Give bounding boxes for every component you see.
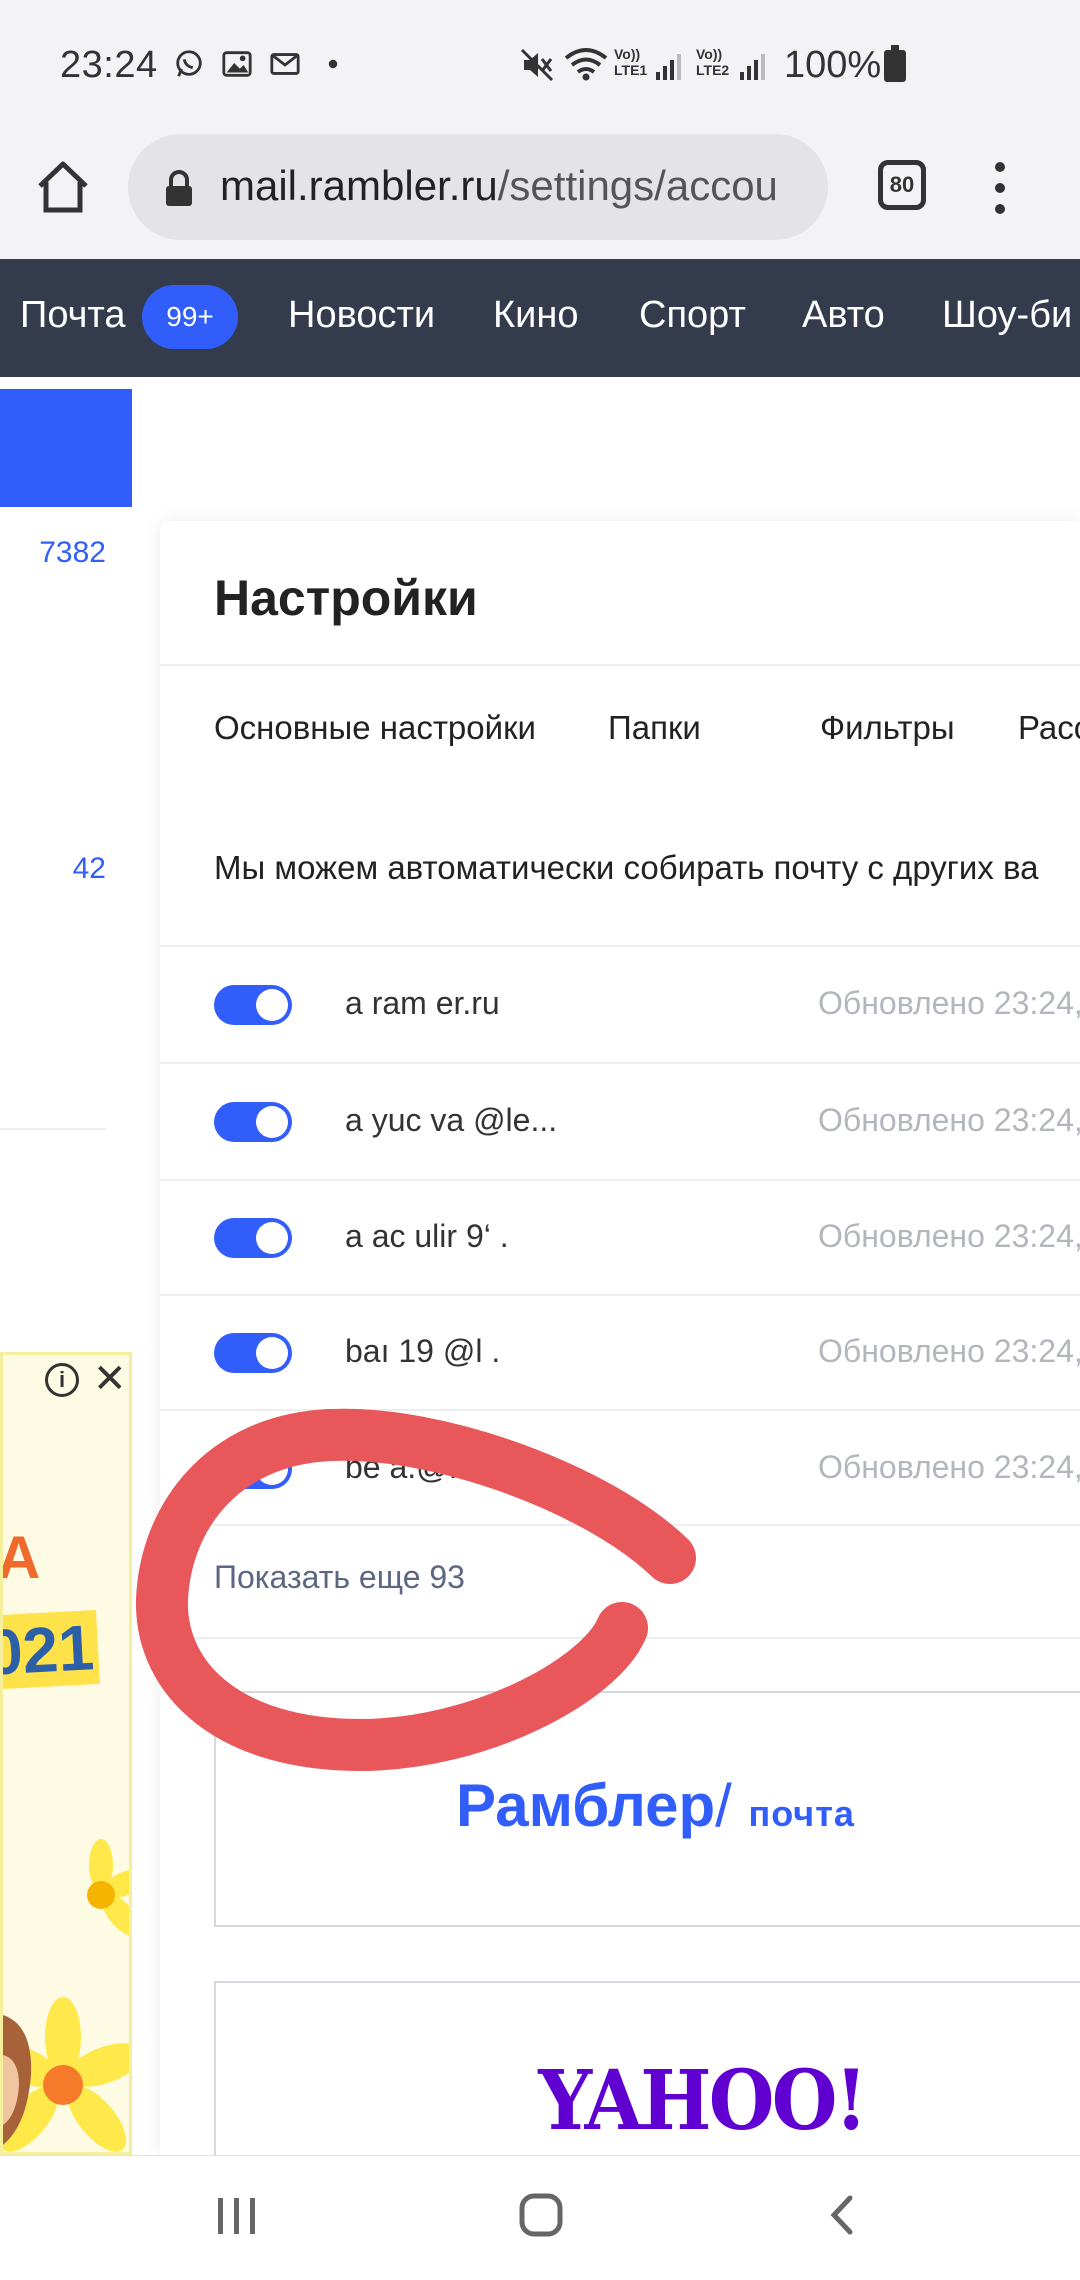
account-email: baı 19 @l .	[345, 1333, 501, 1369]
account-updated: Обновлено 23:24,	[818, 985, 1080, 1021]
account-toggle[interactable]	[214, 1102, 292, 1142]
tab-folders[interactable]: Папки	[608, 709, 701, 747]
show-more-link[interactable]: Показать еще 93	[214, 1559, 465, 1596]
collector-description: Мы можем автоматически собирать почту с …	[214, 849, 1039, 886]
ad-headline: А	[0, 1524, 41, 1591]
signal-sim1-icon	[656, 54, 681, 80]
recent-apps-icon[interactable]	[214, 2194, 260, 2238]
compose-button[interactable]	[0, 389, 132, 507]
account-updated: Обновлено 23:24,	[818, 1333, 1080, 1369]
home-icon[interactable]	[34, 158, 92, 216]
browser-toolbar: mail.rambler.ru/settings/accou 80	[0, 132, 1080, 259]
rambler-mail-logo: Рамблер/ почта	[456, 1772, 855, 1839]
volte-lte2-label: Vo)) LTE2	[696, 46, 730, 78]
more-notifications-dot-icon	[328, 59, 338, 69]
account-email: a ram er.ru	[345, 985, 500, 1021]
rambler-top-nav: Почта 99+ Новости Кино Спорт Авто Шоу-би	[0, 259, 1080, 377]
account-updated: Обновлено 23:24,	[818, 1102, 1080, 1138]
gmail-icon	[270, 53, 300, 75]
account-email: a ac ulir 9‘ .	[345, 1218, 509, 1254]
show-more-divider	[160, 1637, 1080, 1639]
home-nav-icon[interactable]	[518, 2192, 564, 2238]
tab-filters[interactable]: Фильтры	[820, 709, 955, 747]
url-text: mail.rambler.ru/settings/accou	[220, 162, 778, 210]
account-updated: Обновлено 23:24,	[818, 1449, 1080, 1485]
ad-info-icon[interactable]: i	[45, 1363, 79, 1397]
status-time: 23:24	[60, 44, 158, 86]
nav-item-auto[interactable]: Авто	[802, 294, 885, 337]
account-row[interactable]: a yuc va @le... Обновлено 23:24,	[160, 1064, 1080, 1179]
title-divider	[160, 664, 1080, 666]
back-icon[interactable]	[826, 2192, 856, 2238]
account-toggle[interactable]	[214, 1218, 292, 1258]
battery-icon	[884, 45, 906, 82]
android-nav-bar	[0, 2155, 1080, 2280]
provider-yahoo-button[interactable]: YAHOO!	[214, 1981, 1080, 2155]
account-toggle[interactable]	[214, 1449, 292, 1489]
notification-icons	[172, 48, 350, 80]
gallery-icon	[222, 51, 252, 77]
mute-icon	[520, 48, 554, 82]
url-path: /settings/accou	[497, 162, 778, 209]
nav-item-sport[interactable]: Спорт	[639, 294, 746, 337]
nav-item-news[interactable]: Новости	[288, 294, 435, 337]
inbox-count: 7382	[39, 536, 106, 569]
yahoo-logo: YAHOO!	[538, 2053, 868, 2149]
volte-lte1-label: Vo)) LTE1	[614, 46, 648, 78]
nav-item-mail[interactable]: Почта	[20, 294, 126, 337]
sidebar-divider	[0, 1128, 106, 1130]
row-divider	[160, 1524, 1080, 1526]
account-updated: Обновлено 23:24,	[818, 1218, 1080, 1254]
account-toggle[interactable]	[214, 985, 292, 1025]
account-row[interactable]: be a.@... Обновлено 23:24,	[160, 1411, 1080, 1526]
account-toggle[interactable]	[214, 1333, 292, 1373]
ad-banner[interactable]: i ✕ А 021	[0, 1352, 132, 2155]
nav-item-showbiz[interactable]: Шоу-би	[942, 294, 1072, 337]
ad-year: 021	[3, 1610, 100, 1690]
account-row[interactable]: a ram er.ru Обновлено 23:24,	[160, 947, 1080, 1062]
url-host: mail.rambler.ru	[220, 162, 498, 209]
mail-unread-badge[interactable]: 99+	[142, 285, 238, 349]
provider-rambler-button[interactable]: Рамблер/ почта	[214, 1691, 1080, 1927]
settings-panel: Настройки Основные настройки Папки Фильт…	[160, 521, 1080, 2155]
nav-item-kino[interactable]: Кино	[493, 294, 578, 337]
account-row[interactable]: a ac ulir 9‘ . Обновлено 23:24,	[160, 1180, 1080, 1295]
address-bar[interactable]: mail.rambler.ru/settings/accou	[128, 134, 828, 240]
account-row[interactable]: baı 19 @l . Обновлено 23:24,	[160, 1295, 1080, 1410]
tab-mailings[interactable]: Рассыл	[1018, 709, 1080, 747]
ad-close-icon[interactable]: ✕	[93, 1359, 127, 1399]
account-email: be a.@...	[345, 1449, 476, 1485]
status-bar: 23:24 Vo)) LTE1 Vo)) LTE2 100%	[0, 0, 1080, 132]
wifi-icon	[564, 48, 608, 81]
page-title: Настройки	[214, 570, 478, 626]
lock-icon	[166, 170, 192, 206]
battery-percent: 100%	[784, 44, 882, 86]
tab-general[interactable]: Основные настройки	[214, 709, 536, 747]
signal-sim2-icon	[740, 54, 765, 80]
browser-menu-icon[interactable]	[990, 162, 1010, 218]
ad-flowers-image	[3, 1839, 129, 2152]
whatsapp-icon	[176, 50, 202, 77]
tab-switcher-button[interactable]: 80	[878, 160, 926, 210]
folder-count: 42	[72, 852, 106, 885]
account-email: a yuc va @le...	[345, 1102, 558, 1138]
